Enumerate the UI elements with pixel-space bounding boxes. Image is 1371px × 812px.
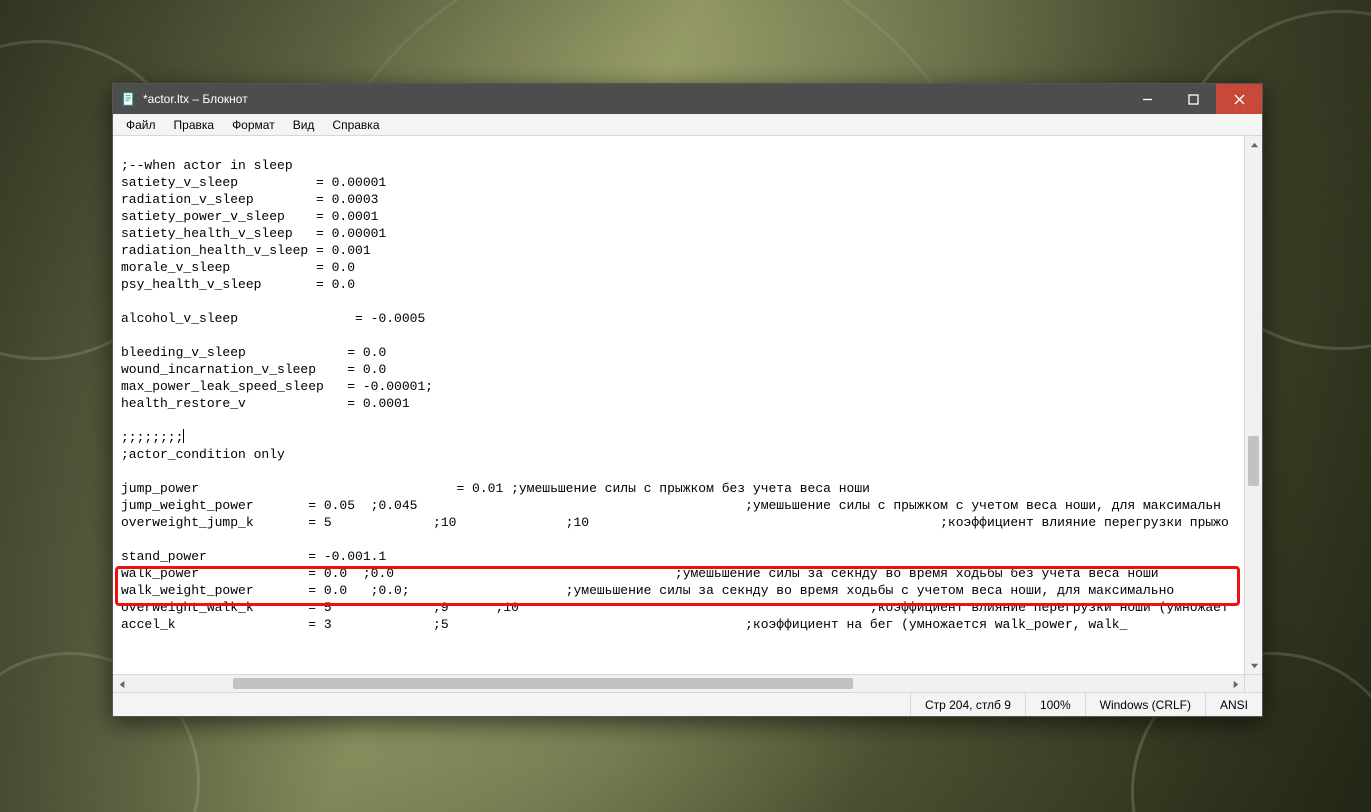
notepad-window: *actor.ltx – Блокнот Файл Правка Формат … — [112, 83, 1263, 717]
status-zoom: 100% — [1025, 693, 1085, 716]
window-title: *actor.ltx – Блокнот — [143, 92, 1124, 106]
scroll-right-arrow[interactable] — [1226, 675, 1244, 692]
menu-view[interactable]: Вид — [284, 116, 324, 134]
horizontal-scroll-thumb[interactable] — [233, 678, 853, 689]
close-button[interactable] — [1216, 84, 1262, 114]
status-encoding: ANSI — [1205, 693, 1262, 716]
vertical-scrollbar[interactable] — [1244, 136, 1262, 674]
editor-area: ;--when actor in sleep satiety_v_sleep =… — [113, 136, 1262, 692]
scroll-down-arrow[interactable] — [1245, 656, 1262, 674]
scrollbar-corner — [1244, 674, 1262, 692]
maximize-button[interactable] — [1170, 84, 1216, 114]
statusbar: Стр 204, стлб 9 100% Windows (CRLF) ANSI — [113, 692, 1262, 716]
menu-help[interactable]: Справка — [323, 116, 388, 134]
horizontal-scrollbar[interactable] — [113, 674, 1244, 692]
window-buttons — [1124, 84, 1262, 114]
menu-file[interactable]: Файл — [117, 116, 165, 134]
scroll-left-arrow[interactable] — [113, 675, 131, 692]
menu-edit[interactable]: Правка — [165, 116, 224, 134]
menubar: Файл Правка Формат Вид Справка — [113, 114, 1262, 136]
menu-format[interactable]: Формат — [223, 116, 284, 134]
status-eol: Windows (CRLF) — [1085, 693, 1205, 716]
vertical-scroll-thumb[interactable] — [1248, 436, 1259, 486]
text-editor[interactable]: ;--when actor in sleep satiety_v_sleep =… — [113, 136, 1244, 674]
titlebar[interactable]: *actor.ltx – Блокнот — [113, 84, 1262, 114]
scroll-up-arrow[interactable] — [1245, 136, 1262, 154]
status-position: Стр 204, стлб 9 — [910, 693, 1025, 716]
minimize-button[interactable] — [1124, 84, 1170, 114]
notepad-icon — [121, 91, 137, 107]
